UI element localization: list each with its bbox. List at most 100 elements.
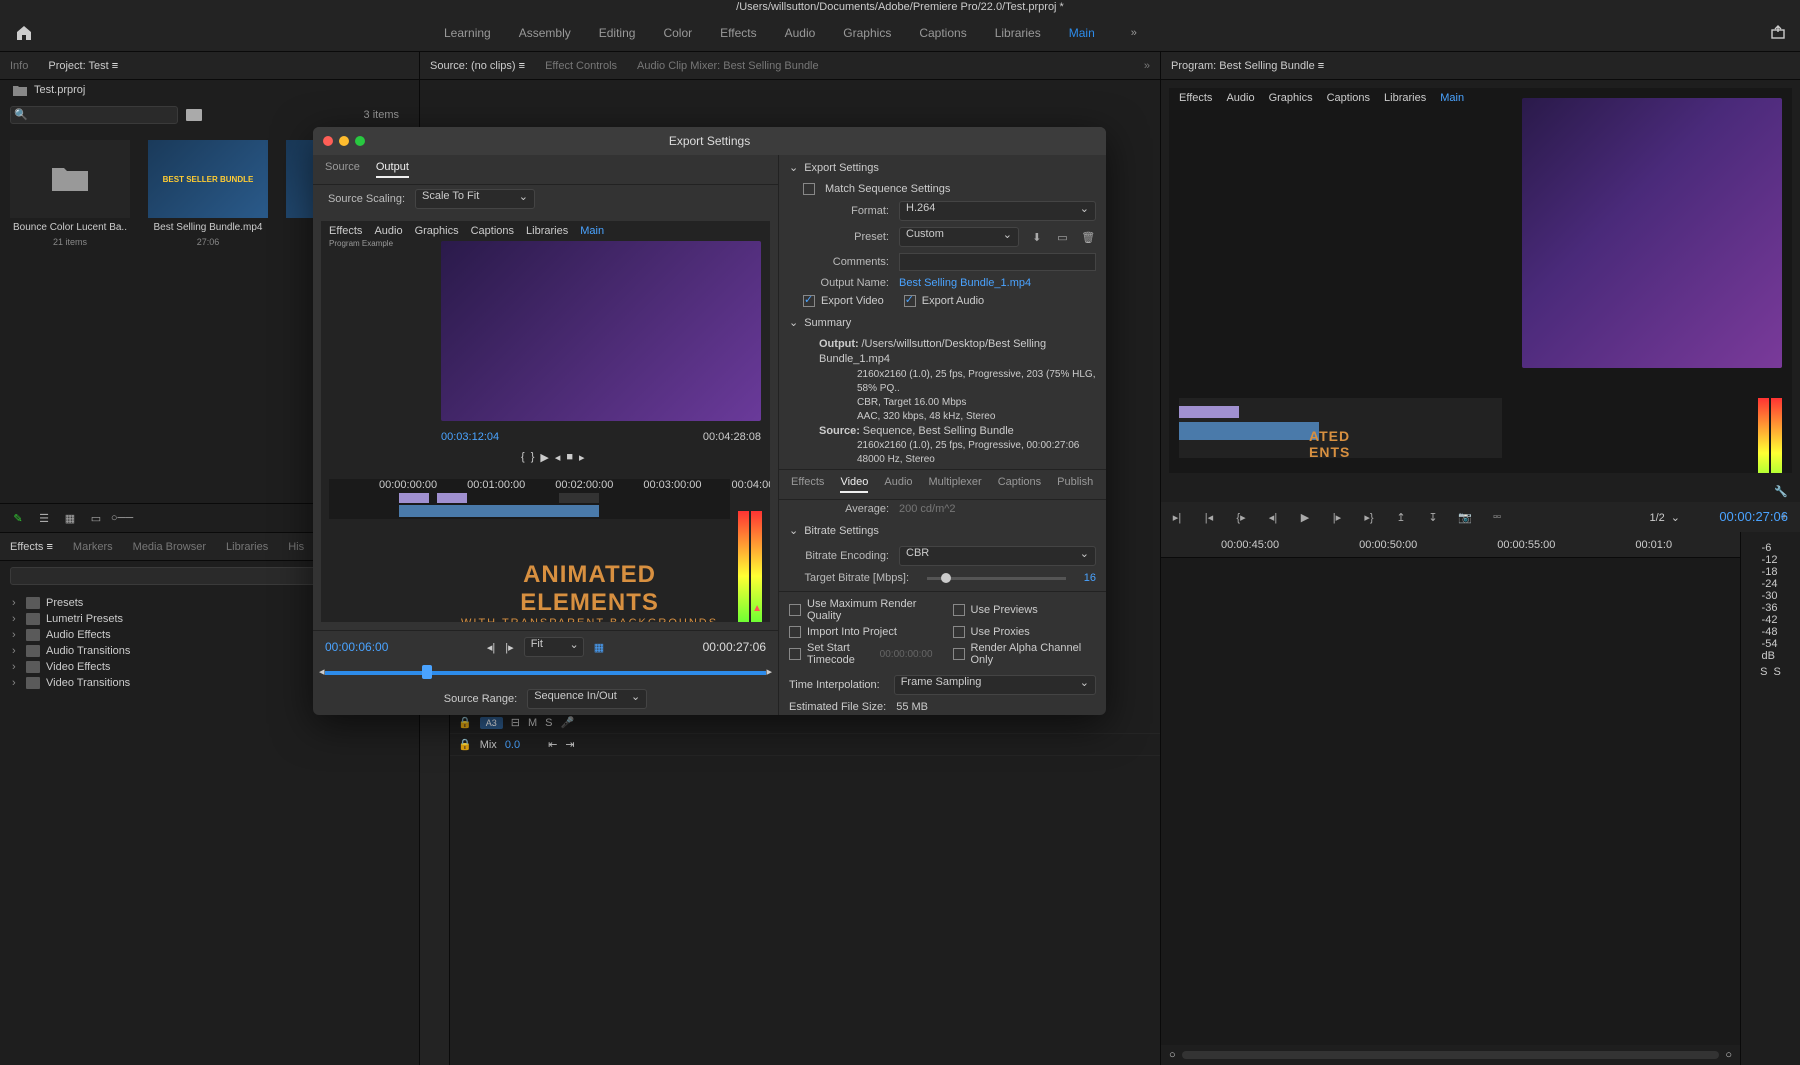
preset-select[interactable]: Custom⌄ [899,227,1019,247]
mini-mark-out[interactable]: } [531,451,535,464]
dialog-titlebar[interactable]: Export Settings [313,127,1106,155]
history-tab[interactable]: His [288,541,304,553]
extract-button[interactable]: ↧ [1423,508,1443,526]
quick-export-button[interactable] [1770,24,1786,40]
use-proxies-checkbox[interactable] [953,626,965,638]
export-frame-button[interactable]: 📷 [1455,508,1475,526]
audio-clip-mixer-tab[interactable]: Audio Clip Mixer: Best Selling Bundle [637,60,819,72]
mini-stop[interactable]: ■ [566,451,573,464]
mark-in-button[interactable]: ▸| [1167,508,1187,526]
go-to-in-button[interactable]: {▸ [1231,508,1251,526]
vtab-effects[interactable]: Effects [791,476,824,493]
vtab-audio[interactable]: Audio [884,476,912,493]
import-project-checkbox[interactable] [789,626,801,638]
mini-step-back[interactable]: ◂ [555,451,561,464]
source-preview-tab[interactable]: Source [325,161,360,178]
program-tab[interactable]: Program: Best Selling Bundle ≡ [1171,60,1324,72]
max-render-checkbox[interactable] [789,604,801,616]
playhead-icon[interactable] [422,665,432,679]
export-video-checkbox[interactable] [803,295,815,307]
zoom-slider-icon[interactable]: ○── [114,510,130,526]
maximize-icon[interactable] [355,136,365,146]
tab-learning[interactable]: Learning [444,26,491,40]
output-preview-tab[interactable]: Output [376,161,409,178]
bitrate-header[interactable]: ⌄ Bitrate Settings [779,518,1106,543]
overflow-tab[interactable]: » [1144,60,1150,72]
source-tab[interactable]: Source: (no clips) ≡ [430,60,525,72]
tab-audio[interactable]: Audio [785,26,816,40]
timeline-tracks[interactable] [1161,558,1740,1045]
export-audio-checkbox[interactable] [904,295,916,307]
delete-preset-icon[interactable]: 🗑 [1080,229,1096,245]
zoom-level[interactable]: 1/2 [1649,512,1664,524]
vtab-publish[interactable]: Publish [1057,476,1093,493]
preview-video-frame[interactable] [441,241,761,421]
list-view-icon[interactable]: ☰ [36,510,52,526]
import-preset-icon[interactable]: ▭ [1055,229,1071,245]
step-fwd-button[interactable]: |▸ [1327,508,1347,526]
step-back-button[interactable]: ◂| [1263,508,1283,526]
tab-color[interactable]: Color [663,26,692,40]
new-bin-button[interactable] [186,107,202,123]
project-tab[interactable]: Project: Test ≡ [48,60,118,72]
bin-item-video[interactable]: BEST SELLER BUNDLE Best Selling Bundle.m… [148,140,268,247]
use-previews-checkbox[interactable] [953,604,965,616]
project-search-input[interactable] [10,106,178,124]
summary-header[interactable]: ⌄ Summary [779,310,1106,335]
markers-tab[interactable]: Markers [73,541,113,553]
info-tab[interactable]: Info [10,60,28,72]
match-sequence-checkbox[interactable] [803,183,815,195]
export-settings-header[interactable]: ⌄ Export Settings [779,155,1106,180]
mini-mark-in[interactable]: { [521,451,525,464]
tab-captions[interactable]: Captions [919,26,966,40]
effect-controls-tab[interactable]: Effect Controls [545,60,617,72]
target-bitrate-slider[interactable] [927,577,1066,580]
effects-tab[interactable]: Effects ≡ [10,541,53,553]
home-button[interactable] [12,21,36,45]
comments-input[interactable] [899,253,1096,271]
solo-l[interactable]: S [1760,666,1767,678]
program-timecode[interactable]: 00:00:27:06 [1719,509,1788,524]
in-point-icon[interactable]: ◂ [319,665,325,678]
vtab-multiplexer[interactable]: Multiplexer [929,476,982,493]
target-bitrate-value[interactable]: 16 [1084,572,1096,584]
tabs-overflow-icon[interactable]: » [1131,27,1137,39]
play-button[interactable]: ▶ [1295,508,1315,526]
breadcrumb[interactable]: Test.prproj [34,84,85,96]
export-tc-left[interactable]: 00:00:06:00 [325,640,388,654]
freeform-view-icon[interactable]: ▭ [88,510,104,526]
output-name-link[interactable]: Best Selling Bundle_1.mp4 [899,277,1031,289]
tab-effects[interactable]: Effects [720,26,756,40]
timeline-ruler[interactable]: 00:00:45:00 00:00:50:00 00:00:55:00 00:0… [1161,532,1740,558]
tab-main[interactable]: Main [1069,26,1095,40]
aspect-icon[interactable]: ▦ [594,641,604,654]
out-point-icon[interactable]: ▸ [766,665,772,678]
lift-button[interactable]: ↥ [1391,508,1411,526]
pen-icon[interactable]: ✎ [10,510,26,526]
format-select[interactable]: H.264⌄ [899,201,1096,221]
bitrate-encoding-select[interactable]: CBR⌄ [899,546,1096,566]
close-icon[interactable] [323,136,333,146]
minimize-icon[interactable] [339,136,349,146]
tab-assembly[interactable]: Assembly [519,26,571,40]
go-to-out-button[interactable]: ▸} [1359,508,1379,526]
track-mix[interactable]: 🔒Mix 0.0 ⇤⇥ [450,734,1160,756]
tab-libraries[interactable]: Libraries [995,26,1041,40]
fit-select[interactable]: Fit⌄ [524,637,584,657]
save-preset-icon[interactable]: ⬇ [1029,229,1045,245]
chevron-down-icon[interactable]: ⌄ [1671,511,1680,524]
program-monitor[interactable]: Effects Audio Graphics Captions Librarie… [1169,88,1792,473]
time-interp-select[interactable]: Frame Sampling⌄ [894,675,1096,695]
export-scrubber[interactable]: ◂ ▸ [313,663,778,683]
media-browser-tab[interactable]: Media Browser [133,541,206,553]
tab-editing[interactable]: Editing [599,26,636,40]
solo-r[interactable]: S [1774,666,1781,678]
vtab-captions[interactable]: Captions [998,476,1041,493]
set-start-tc-checkbox[interactable] [789,648,801,660]
effects-search-input[interactable] [10,567,337,585]
tab-graphics[interactable]: Graphics [843,26,891,40]
track-a3[interactable]: 🔒A3 ⊟MS🎤 [450,712,1160,734]
render-alpha-checkbox[interactable] [953,648,965,660]
source-scaling-select[interactable]: Scale To Fit⌄ [415,189,535,209]
source-range-select[interactable]: Sequence In/Out⌄ [527,689,647,709]
